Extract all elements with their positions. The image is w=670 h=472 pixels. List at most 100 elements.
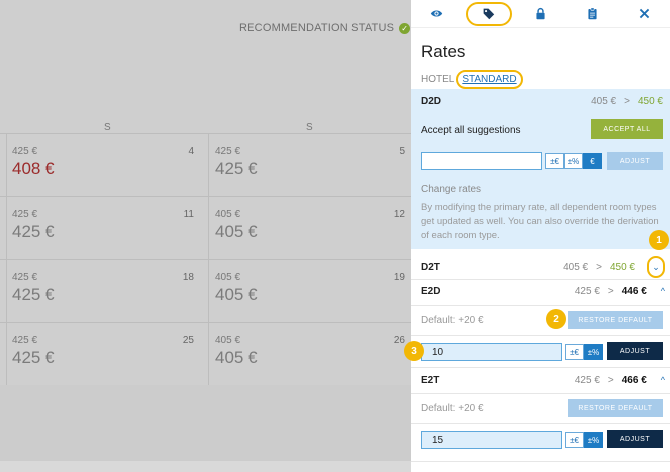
recommended-rate: 405 € [215, 285, 258, 304]
arrow: > [596, 261, 602, 273]
derivation-input[interactable]: 10 [421, 343, 562, 361]
adjust-button[interactable]: ADJUST [607, 342, 663, 360]
calendar-cell[interactable]: 425 € 425 € 18 [0, 260, 200, 322]
base-rate: 425 € [215, 146, 241, 157]
toggle-absolute[interactable]: € [583, 153, 602, 169]
toggle-percent[interactable]: ±% [584, 432, 603, 448]
eye-icon [431, 10, 443, 17]
recommended-rate: 405 € [215, 222, 258, 241]
room-row-e2t[interactable]: E2T 425 € > 466 € ^ [421, 375, 665, 386]
arrow: > [607, 286, 614, 297]
room-name: E2D [421, 286, 441, 297]
chevron-up-icon[interactable]: ^ [661, 375, 665, 386]
old-rate: 405 € [563, 261, 589, 273]
arrow: > [607, 375, 614, 386]
clipboard-icon [588, 7, 597, 20]
rate-change: 425 € > 446 € ^ [575, 286, 665, 297]
new-rate: 466 € [621, 375, 647, 386]
default-derivation-label: Default: +20 € [421, 403, 484, 414]
room-name: D2D [421, 96, 442, 107]
tab-close[interactable] [618, 0, 670, 27]
step-badge-1: 1 [649, 230, 669, 250]
adjust-mode-toggle: ±€ ±% [565, 344, 603, 360]
chevron-down-icon: ⌄ [652, 261, 660, 272]
hotel-label: HOTEL [421, 74, 455, 85]
toggle-percent[interactable]: ±% [564, 153, 583, 169]
step-badge-3: 3 [404, 341, 424, 361]
step-badge-2: 2 [546, 309, 566, 329]
adjust-button[interactable]: ADJUST [607, 430, 663, 448]
toggle-euro[interactable]: ±€ [545, 153, 564, 169]
room-row-e2d[interactable]: E2D 425 € > 446 € ^ [421, 286, 665, 297]
check-icon: ✓ [399, 22, 411, 34]
tab-restrictions[interactable] [515, 0, 567, 27]
lock-icon [536, 7, 545, 20]
room-name: D2T [421, 261, 440, 273]
toggle-euro[interactable]: ±€ [565, 432, 584, 448]
base-rate: 425 € [12, 335, 38, 346]
new-rate: 450 € [637, 96, 663, 107]
calendar-footer [0, 385, 411, 472]
rate-change: 405 € > 450 € [591, 96, 663, 107]
base-rate: 425 € [12, 209, 38, 220]
recommendation-status-label: RECOMMENDATION STATUS [239, 22, 395, 34]
toggle-percent[interactable]: ±% [584, 344, 603, 360]
calendar-cell[interactable]: 425 € 425 € 11 [0, 197, 200, 259]
calendar-cell[interactable]: 405 € 405 € 12 [203, 197, 411, 259]
day-number: 25 [182, 335, 194, 346]
expand-toggle[interactable]: ⌄ [647, 256, 665, 278]
divider [411, 461, 670, 462]
standard-link[interactable]: STANDARD [456, 70, 523, 89]
change-rates-description: By modifying the primary rate, all depen… [421, 202, 659, 241]
day-number: 26 [393, 335, 405, 346]
chevron-up-icon[interactable]: ^ [661, 286, 665, 297]
close-icon [639, 8, 649, 19]
calendar-cell[interactable]: 425 € 425 € 5 [203, 134, 411, 196]
calendar-cell[interactable]: 425 € 408 € 4 [0, 134, 200, 196]
accept-all-button[interactable]: ACCEPT ALL [591, 119, 663, 139]
day-header-saturday: S [104, 122, 111, 133]
restore-default-button[interactable]: RESTORE DEFAULT [568, 311, 663, 329]
default-derivation-label: Default: +20 € [421, 315, 484, 326]
old-rate: 425 € [574, 375, 600, 386]
tab-rates[interactable] [463, 0, 515, 27]
panel-tabbar [411, 0, 670, 28]
calendar-cell[interactable]: 405 € 405 € 26 [203, 323, 411, 385]
day-number: 12 [393, 209, 405, 220]
recommendation-status: RECOMMENDATION STATUS ✓ [239, 22, 411, 34]
base-rate: 425 € [12, 272, 38, 283]
page-title: Rates [421, 42, 466, 61]
day-number: 4 [188, 146, 194, 157]
divider [411, 367, 670, 368]
restore-default-button[interactable]: RESTORE DEFAULT [568, 399, 663, 417]
derivation-input[interactable]: 15 [421, 431, 562, 449]
adjust-button[interactable]: ADJUST [607, 152, 663, 170]
calendar-cell[interactable]: 425 € 425 € 25 [0, 323, 200, 385]
divider [411, 305, 670, 306]
day-number: 18 [182, 272, 194, 283]
primary-rate-input[interactable] [421, 152, 542, 170]
recommended-rate: 425 € [12, 348, 55, 367]
base-rate: 405 € [215, 335, 241, 346]
tab-preview[interactable] [411, 0, 463, 27]
toggle-euro[interactable]: ±€ [565, 344, 584, 360]
calendar-cell[interactable]: 405 € 405 € 19 [203, 260, 411, 322]
base-rate: 405 € [215, 272, 241, 283]
divider [411, 279, 670, 280]
adjust-mode-toggle: ±€ ±% [565, 432, 603, 448]
old-rate: 425 € [574, 286, 600, 297]
base-rate: 425 € [12, 146, 38, 157]
base-rate: 405 € [215, 209, 241, 220]
tab-notes[interactable] [566, 0, 618, 27]
recommended-rate: 425 € [215, 159, 258, 178]
room-row-d2t[interactable]: D2T 405 € > 450 € ⌄ [421, 256, 665, 278]
rates-panel: Rates HOTEL STANDARD D2D 405 € > 450 € A… [404, 0, 670, 472]
change-rates-label: Change rates [421, 184, 482, 195]
new-rate: 446 € [621, 286, 647, 297]
recommended-rate: 425 € [12, 222, 55, 241]
divider [411, 423, 670, 424]
room-row-d2d: D2D 405 € > 450 € [421, 96, 663, 107]
old-rate: 405 € [591, 96, 617, 107]
breadcrumb: HOTEL STANDARD [421, 70, 523, 89]
day-number: 19 [393, 272, 405, 283]
